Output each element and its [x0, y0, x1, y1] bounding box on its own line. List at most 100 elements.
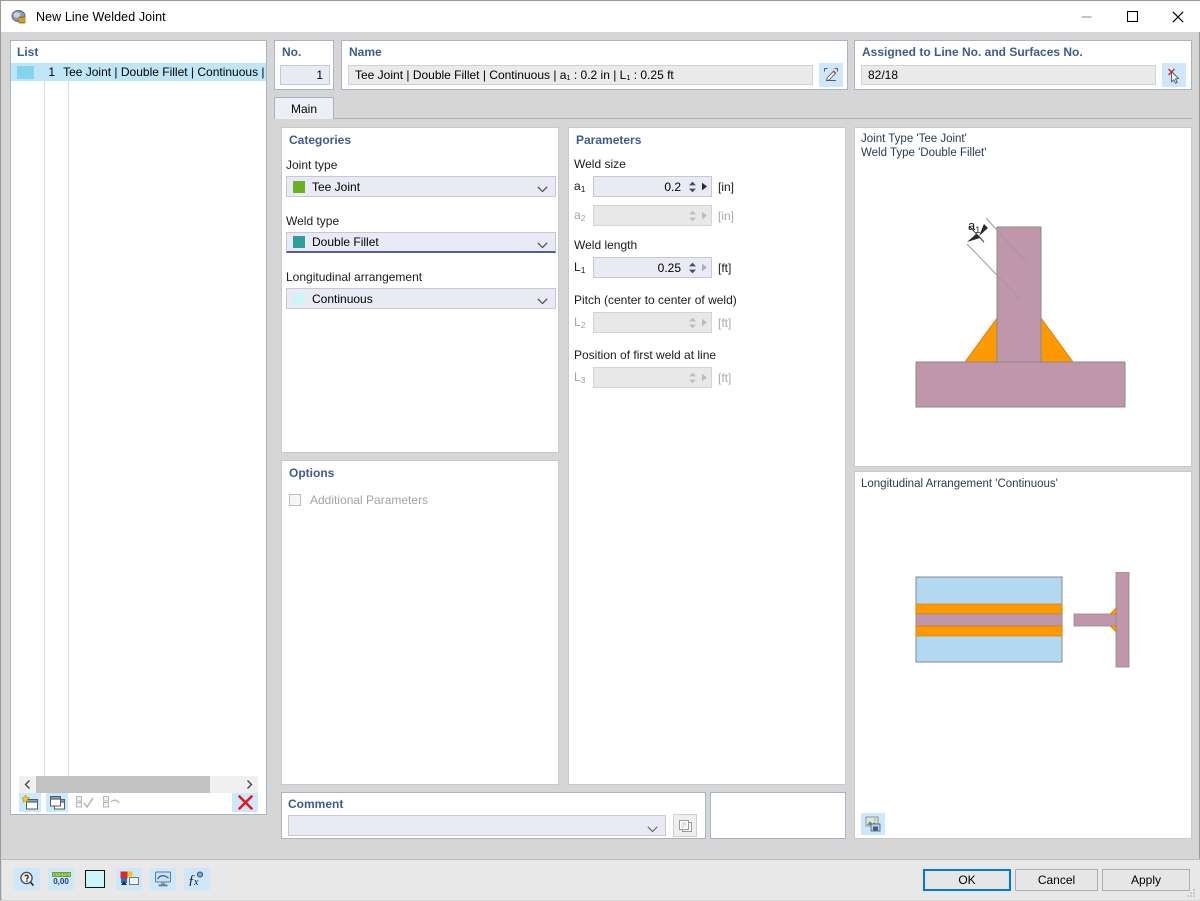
comment-title: Comment — [288, 797, 343, 811]
formula-tool[interactable]: ƒ x — [184, 868, 210, 890]
L2-stepper — [686, 317, 698, 329]
chevron-down-icon[interactable] — [647, 822, 658, 836]
assigned-field-title: Assigned to Line No. and Surfaces No. — [855, 41, 1191, 59]
no-input[interactable]: 1 — [280, 65, 330, 85]
minimize-icon[interactable] — [1063, 1, 1109, 32]
weld-type-select[interactable]: Double Fillet — [286, 232, 556, 253]
title-bar: New Line Welded Joint — [1, 1, 1200, 32]
row-number: 1 — [40, 65, 55, 79]
arrangement-preview-caption: Longitudinal Arrangement 'Continuous' — [861, 477, 1058, 491]
tab-strip: Main — [274, 97, 1192, 119]
list-panel: List 1 Tee Joint | Double Fillet | Conti… — [10, 40, 267, 815]
no-field-group: No. 1 — [274, 40, 334, 90]
assigned-field-group: Assigned to Line No. and Surfaces No. 82… — [854, 40, 1192, 90]
parameter-row-L3: L3 [ft] — [574, 367, 731, 388]
additional-parameters-checkbox[interactable] — [289, 494, 301, 506]
joint-type-select[interactable]: Tee Joint — [286, 176, 556, 197]
L1-input[interactable]: 0.25 — [593, 257, 712, 278]
pick-in-graphic-icon[interactable] — [1162, 63, 1186, 87]
L3-input — [593, 367, 712, 388]
comment-input[interactable] — [288, 815, 666, 836]
units-tool-label: 0,00 — [53, 878, 69, 886]
joint-preview-caption-2: Weld Type 'Double Fillet' — [861, 146, 986, 160]
display-properties-tool[interactable] — [116, 868, 142, 890]
delete-item-button[interactable] — [232, 793, 258, 812]
parameter-row-L2: L2 [ft] — [574, 312, 731, 333]
ok-button[interactable]: OK — [923, 869, 1011, 891]
L1-more-icon[interactable] — [698, 263, 711, 272]
L1-stepper[interactable] — [686, 262, 698, 274]
joint-preview-panel: Joint Type 'Tee Joint' Weld Type 'Double… — [854, 127, 1192, 467]
L3-unit: [ft] — [718, 371, 731, 385]
L3-stepper — [686, 372, 698, 384]
chevron-down-icon[interactable] — [537, 182, 548, 196]
longitudinal-arrangement-label: Longitudinal arrangement — [286, 270, 422, 284]
row-label: Tee Joint | Double Fillet | Continuous |… — [63, 65, 266, 79]
weld-size-label: Weld size — [574, 157, 626, 171]
a2-symbol: a2 — [574, 208, 587, 223]
apply-button[interactable]: Apply — [1102, 869, 1190, 891]
a1-stepper[interactable] — [686, 181, 698, 193]
name-field-group: Name Tee Joint | Double Fillet | Continu… — [341, 40, 848, 90]
joint-preview-caption-1: Joint Type 'Tee Joint' — [861, 132, 967, 146]
weld-type-swatch — [293, 236, 305, 248]
parameter-row-a2: a2 [in] — [574, 205, 734, 226]
options-title: Options — [289, 466, 334, 480]
assigned-input[interactable]: 82/18 — [861, 65, 1156, 85]
categories-title: Categories — [289, 133, 351, 147]
continuous-arrangement-diagram — [855, 572, 1191, 692]
color-tool[interactable] — [82, 868, 108, 890]
window-title: New Line Welded Joint — [36, 10, 166, 24]
longitudinal-arrangement-select[interactable]: Continuous — [286, 288, 556, 309]
arrangement-preview-panel: Longitudinal Arrangement 'Continuous' — [854, 471, 1192, 839]
weld-type-label: Weld type — [286, 214, 339, 228]
cancel-button[interactable]: Cancel — [1015, 869, 1098, 891]
tee-joint-diagram: a1 — [855, 172, 1191, 422]
no-field-title: No. — [275, 41, 333, 59]
a1-value: 0.2 — [594, 180, 686, 194]
longitudinal-arrangement-swatch — [293, 293, 305, 305]
svg-text:x: x — [193, 877, 199, 887]
welded-joint-icon — [10, 8, 28, 26]
render-tool[interactable] — [150, 868, 176, 890]
chevron-down-icon[interactable] — [537, 238, 548, 252]
edit-name-icon[interactable] — [819, 63, 843, 87]
a2-stepper — [686, 210, 698, 222]
chevron-down-icon[interactable] — [537, 294, 548, 308]
a2-input — [593, 205, 712, 226]
scrollbar-track[interactable] — [36, 776, 241, 793]
a1-input[interactable]: 0.2 — [593, 176, 712, 197]
name-input[interactable]: Tee Joint | Double Fillet | Continuous |… — [348, 65, 813, 85]
comment-library-icon[interactable] — [673, 814, 697, 837]
scrollbar-thumb[interactable] — [36, 776, 210, 793]
longitudinal-arrangement-value: Continuous — [312, 292, 373, 306]
L2-input — [593, 312, 712, 333]
save-image-icon[interactable] — [861, 813, 885, 835]
list-body[interactable]: 1 Tee Joint | Double Fillet | Continuous… — [11, 63, 266, 776]
table-row[interactable]: 1 Tee Joint | Double Fillet | Continuous… — [11, 63, 266, 81]
a2-more-icon — [698, 211, 711, 220]
comment-group: Comment — [281, 792, 706, 839]
a1-more-icon[interactable] — [698, 182, 711, 191]
info-tool[interactable] — [14, 868, 40, 890]
tab-main[interactable]: Main — [274, 97, 334, 119]
scroll-right-icon[interactable] — [241, 776, 258, 793]
new-item-button[interactable] — [19, 793, 41, 812]
additional-parameters-row[interactable]: Additional Parameters — [289, 493, 428, 507]
close-icon[interactable] — [1155, 1, 1200, 32]
maximize-icon[interactable] — [1109, 1, 1155, 32]
list-horizontal-scrollbar[interactable] — [19, 776, 258, 793]
copy-item-button[interactable] — [46, 793, 68, 812]
scroll-left-icon[interactable] — [19, 776, 36, 793]
select-all-button — [73, 793, 95, 812]
joint-type-label: Joint type — [286, 158, 337, 172]
weld-length-label: Weld length — [574, 238, 637, 252]
weld-type-value: Double Fillet — [312, 235, 379, 249]
invert-selection-button — [100, 793, 122, 812]
L2-unit: [ft] — [718, 316, 731, 330]
list-toolbar — [19, 793, 258, 812]
joint-type-value: Tee Joint — [312, 180, 360, 194]
comment-blank-panel — [710, 792, 846, 839]
units-tool[interactable]: 0,00 — [48, 868, 74, 890]
name-field-title: Name — [342, 41, 847, 59]
